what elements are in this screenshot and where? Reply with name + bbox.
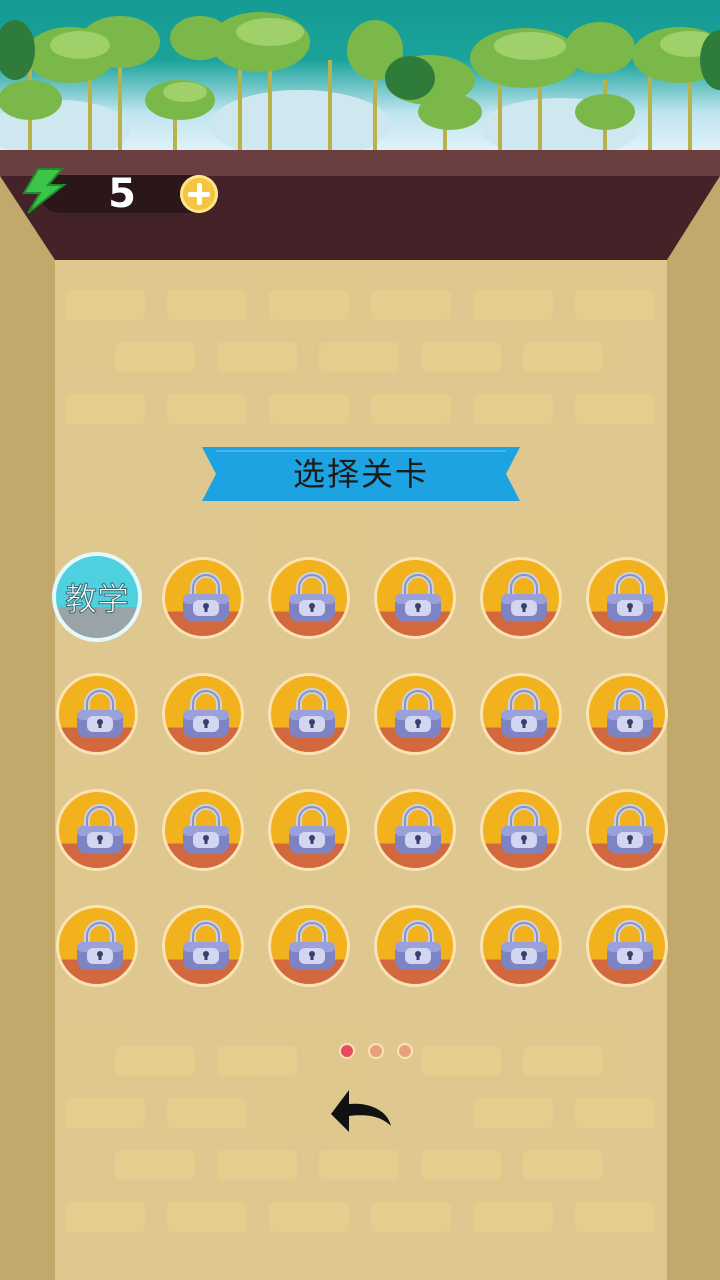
padlock-icon <box>607 804 653 854</box>
level-locked-9[interactable] <box>374 673 456 755</box>
padlock-icon <box>607 688 653 738</box>
back-arrow-icon <box>331 1090 391 1132</box>
right-wall-side <box>667 176 720 1280</box>
lightning-icon <box>22 168 67 214</box>
padlock-icon <box>501 804 547 854</box>
level-locked-7[interactable] <box>162 673 244 755</box>
level-locked-16[interactable] <box>480 789 562 871</box>
level-locked-23[interactable] <box>586 905 668 987</box>
level-tutorial[interactable]: 教学 <box>52 552 142 642</box>
padlock-icon <box>395 688 441 738</box>
level-locked-5[interactable] <box>586 557 668 639</box>
trees-illustration <box>0 12 720 150</box>
level-locked-2[interactable] <box>268 557 350 639</box>
padlock-icon <box>395 920 441 970</box>
level-locked-15[interactable] <box>374 789 456 871</box>
page-title: 选择关卡 <box>292 455 429 493</box>
forest-background <box>0 0 720 150</box>
level-locked-22[interactable] <box>480 905 562 987</box>
padlock-icon <box>395 804 441 854</box>
padlock-icon <box>501 688 547 738</box>
page-dot-1[interactable] <box>339 1043 355 1059</box>
add-energy-button[interactable] <box>180 175 218 213</box>
level-locked-10[interactable] <box>480 673 562 755</box>
padlock-icon <box>77 920 123 970</box>
level-locked-13[interactable] <box>162 789 244 871</box>
back-button[interactable] <box>325 1080 395 1136</box>
padlock-icon <box>183 920 229 970</box>
level-locked-8[interactable] <box>268 673 350 755</box>
level-locked-11[interactable] <box>586 673 668 755</box>
level-locked-20[interactable] <box>268 905 350 987</box>
padlock-icon <box>501 572 547 622</box>
level-locked-18[interactable] <box>56 905 138 987</box>
padlock-icon <box>183 688 229 738</box>
padlock-icon <box>501 920 547 970</box>
padlock-icon <box>183 572 229 622</box>
padlock-icon <box>77 688 123 738</box>
level-locked-6[interactable] <box>56 673 138 755</box>
level-locked-4[interactable] <box>480 557 562 639</box>
energy-count: 5 <box>108 171 136 217</box>
padlock-icon <box>607 572 653 622</box>
padlock-icon <box>289 572 335 622</box>
padlock-icon <box>289 920 335 970</box>
padlock-icon <box>395 572 441 622</box>
left-wall-side <box>0 176 55 1280</box>
level-locked-3[interactable] <box>374 557 456 639</box>
padlock-icon <box>289 688 335 738</box>
level-locked-14[interactable] <box>268 789 350 871</box>
padlock-icon <box>77 804 123 854</box>
level-locked-21[interactable] <box>374 905 456 987</box>
page-dot-3[interactable] <box>397 1043 413 1059</box>
padlock-icon <box>607 920 653 970</box>
level-locked-1[interactable] <box>162 557 244 639</box>
padlock-icon <box>183 804 229 854</box>
level-locked-19[interactable] <box>162 905 244 987</box>
level-locked-17[interactable] <box>586 789 668 871</box>
level-locked-12[interactable] <box>56 789 138 871</box>
tutorial-label: 教学 <box>64 580 129 619</box>
padlock-icon <box>289 804 335 854</box>
page-dot-2[interactable] <box>368 1043 384 1059</box>
